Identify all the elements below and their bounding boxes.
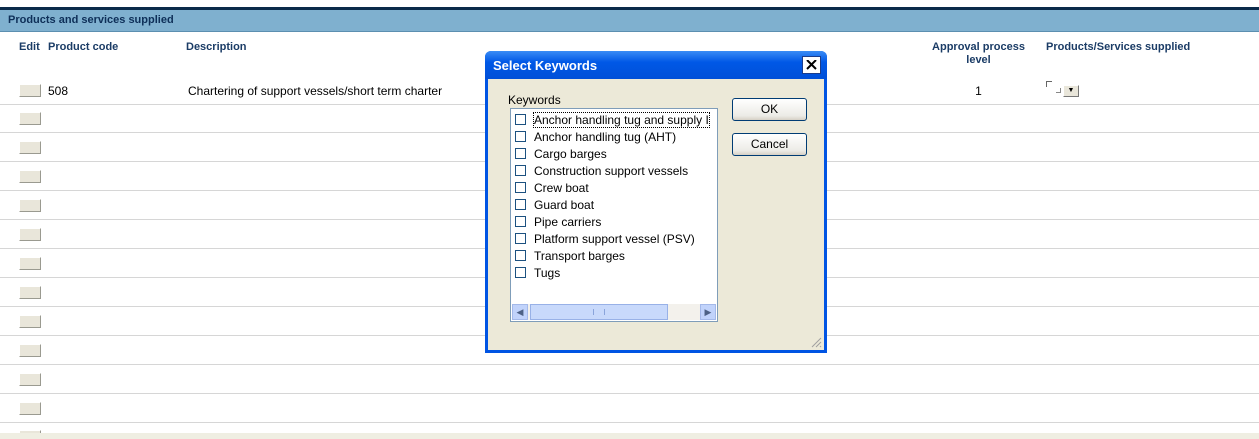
keywords-checklist[interactable]: Anchor handling tug and supply I Anchor … [510,108,718,322]
column-header-edit: Edit [19,41,40,53]
table-row [0,364,1259,394]
horizontal-scrollbar[interactable]: ◀ ▶ [512,304,716,320]
approval-level-cell: 1 [975,84,982,98]
checkbox[interactable] [515,199,526,210]
edit-button[interactable] [19,344,41,357]
edit-button[interactable] [19,402,41,415]
checkbox[interactable] [515,267,526,278]
grip-icon [593,309,605,315]
keyword-label: Platform support vessel (PSV) [534,232,695,246]
close-icon [806,60,817,70]
corner-mark [1056,88,1061,93]
checkbox[interactable] [515,250,526,261]
checkbox[interactable] [515,216,526,227]
checkbox[interactable] [515,165,526,176]
close-button[interactable] [802,56,821,74]
dialog-title: Select Keywords [493,58,598,73]
scrollbar-thumb[interactable] [530,304,668,320]
edit-button[interactable] [19,84,41,97]
keyword-label: Construction support vessels [534,164,689,178]
edit-button[interactable] [19,257,41,270]
arrow-right-icon[interactable]: ▶ [700,304,716,320]
arrow-left-icon[interactable]: ◀ [512,304,528,320]
resize-grip-icon[interactable] [810,336,822,348]
edit-button[interactable] [19,228,41,241]
keywords-label: Keywords [508,93,561,107]
section-header: Products and services supplied [0,10,1259,32]
corner-mark [1046,81,1052,87]
edit-button[interactable] [19,315,41,328]
keyword-label: Guard boat [534,198,595,212]
checkbox[interactable] [515,233,526,244]
edit-button[interactable] [19,141,41,154]
edit-button[interactable] [19,112,41,125]
ok-button[interactable]: OK [732,98,807,121]
table-row [0,393,1259,423]
column-header-product-code: Product code [48,41,119,53]
edit-button[interactable] [19,286,41,299]
edit-button[interactable] [19,199,41,212]
column-header-description: Description [186,41,247,53]
keyword-label: Anchor handling tug (AHT) [534,130,677,144]
products-supplied-selector[interactable]: ▼ [1046,81,1086,97]
keyword-label: Crew boat [534,181,589,195]
dialog-titlebar[interactable]: Select Keywords [485,51,827,79]
checkbox[interactable] [515,182,526,193]
keyword-label: Anchor handling tug and supply I [533,112,710,128]
edit-button[interactable] [19,170,41,183]
chevron-down-icon[interactable]: ▼ [1063,85,1079,97]
column-header-products-supplied: Products/Services supplied [1046,41,1191,53]
column-header-approval-level: Approval process level [932,41,1025,66]
keyword-label: Cargo barges [534,147,607,161]
checkbox[interactable] [515,148,526,159]
footer-band [0,433,1259,439]
keyword-label: Tugs [534,266,561,280]
keyword-label: Transport barges [534,249,625,263]
keyword-label: Pipe carriers [534,215,602,229]
edit-button[interactable] [19,373,41,386]
checkbox[interactable] [515,131,526,142]
product-code-cell: 508 [48,84,69,98]
section-title: Products and services supplied [8,14,174,26]
description-cell: Chartering of support vessels/short term… [188,84,443,98]
cancel-button[interactable]: Cancel [732,133,807,156]
select-keywords-dialog: Select Keywords Keywords Anchor handling… [485,51,827,353]
table-row [0,422,1259,435]
checkbox[interactable] [515,114,526,125]
dialog-body: Keywords Anchor handling tug and supply … [488,79,824,350]
